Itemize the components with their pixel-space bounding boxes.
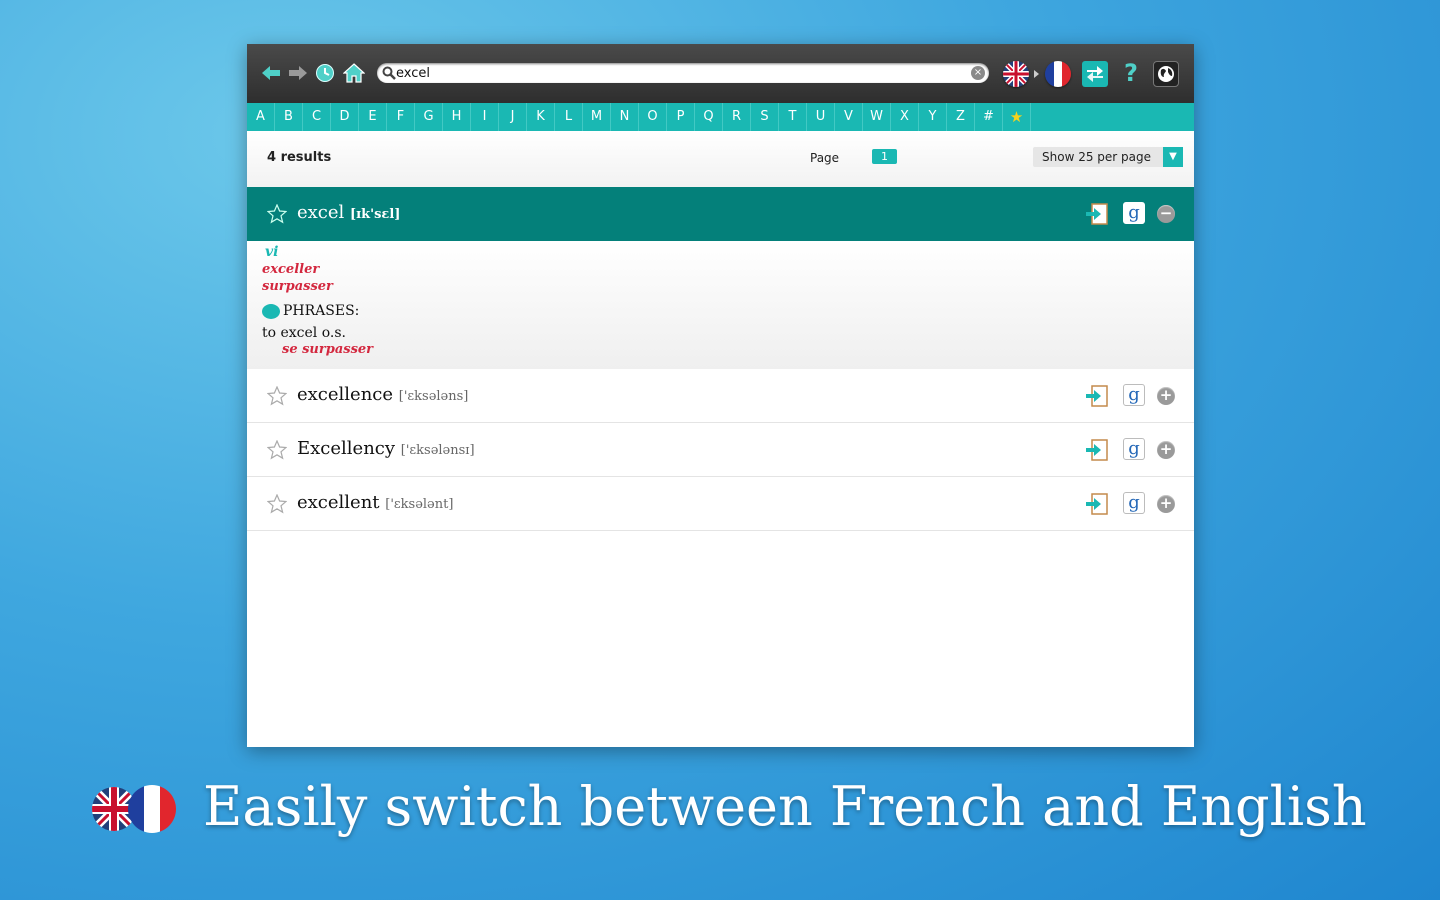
phrases-label: PHRASES: [283, 303, 360, 319]
speech-bubble-icon [262, 303, 280, 319]
letter-w[interactable]: W [863, 103, 891, 131]
clear-search-icon[interactable]: × [971, 66, 985, 80]
favorite-star-icon[interactable] [266, 385, 288, 406]
letter-t[interactable]: T [779, 103, 807, 131]
entry-row[interactable]: excellence ['ɛksələns] g + [247, 369, 1194, 423]
google-search-button[interactable]: g [1123, 384, 1145, 406]
letter-o[interactable]: O [639, 103, 667, 131]
search-icon [382, 65, 396, 80]
page-number-button[interactable]: 1 [872, 149, 897, 164]
expand-icon[interactable]: + [1157, 441, 1175, 459]
example-phrase: to excel o.s. [262, 325, 347, 341]
word-text: excellence [297, 384, 394, 405]
insert-icon[interactable] [1085, 438, 1109, 462]
pronunciation: ['ɛksələnt] [385, 497, 454, 512]
favorite-star-icon[interactable] [266, 493, 288, 514]
collapse-icon[interactable]: − [1157, 205, 1175, 223]
letter-b[interactable]: B [275, 103, 303, 131]
entry-word: excel [ɪk'sɛl] [297, 202, 400, 223]
app-window: × ? A B C D E F G H [247, 44, 1194, 747]
letter-m[interactable]: M [583, 103, 611, 131]
pronunciation: ['ɛksələnsɪ] [400, 443, 475, 458]
swap-language-icon[interactable] [1082, 61, 1108, 87]
example-translation: se surpasser [282, 342, 374, 357]
pronunciation: ['ɛksələns] [398, 389, 469, 404]
favorites-star-icon[interactable]: ★ [1003, 103, 1031, 131]
home-icon[interactable] [342, 62, 366, 84]
globe-icon[interactable] [1153, 61, 1179, 87]
insert-icon[interactable] [1085, 492, 1109, 516]
definition-panel: vi exceller surpasser PHRASES: to excel … [247, 241, 1194, 369]
alphabet-bar: A B C D E F G H I J K L M N O P Q R S T … [247, 103, 1194, 131]
back-arrow-icon[interactable] [260, 62, 282, 84]
letter-d[interactable]: D [331, 103, 359, 131]
page-label: Page [810, 151, 840, 165]
letter-x[interactable]: X [891, 103, 919, 131]
phrases-heading: PHRASES: [262, 303, 359, 319]
france-flag-icon[interactable] [1045, 61, 1071, 87]
letter-i[interactable]: I [471, 103, 499, 131]
letter-k[interactable]: K [527, 103, 555, 131]
insert-icon[interactable] [1085, 202, 1109, 226]
uk-france-flags-icon [90, 785, 180, 833]
expand-icon[interactable]: + [1157, 495, 1175, 513]
letter-q[interactable]: Q [695, 103, 723, 131]
letter-s[interactable]: S [751, 103, 779, 131]
entry-word: Excellency ['ɛksələnsɪ] [297, 438, 475, 459]
word-text: Excellency [297, 438, 396, 459]
letter-f[interactable]: F [387, 103, 415, 131]
per-page-label: Show 25 per page [1042, 150, 1151, 164]
letter-l[interactable]: L [555, 103, 583, 131]
promo-headline: Easily switch between French and English [203, 775, 1367, 838]
translation: exceller [262, 262, 320, 277]
letter-v[interactable]: V [835, 103, 863, 131]
uk-flag-icon[interactable] [1003, 61, 1029, 87]
letter-p[interactable]: P [667, 103, 695, 131]
translation: surpasser [262, 279, 333, 294]
entry-word: excellence ['ɛksələns] [297, 384, 468, 405]
word-text: excellent [297, 492, 380, 513]
chevron-down-icon[interactable]: ▼ [1163, 147, 1183, 167]
letter-y[interactable]: Y [919, 103, 947, 131]
letter-j[interactable]: J [499, 103, 527, 131]
history-icon[interactable] [314, 62, 336, 84]
google-search-button[interactable]: g [1123, 492, 1145, 514]
letter-z[interactable]: Z [947, 103, 975, 131]
part-of-speech: vi [265, 244, 279, 260]
google-search-button[interactable]: g [1123, 202, 1145, 224]
google-search-button[interactable]: g [1123, 438, 1145, 460]
results-bar: 4 results Page 1 Show 25 per page ▼ [247, 131, 1194, 187]
entry-row[interactable]: Excellency ['ɛksələnsɪ] g + [247, 423, 1194, 477]
per-page-select[interactable]: Show 25 per page ▼ [1033, 147, 1183, 167]
letter-n[interactable]: N [611, 103, 639, 131]
letter-e[interactable]: E [359, 103, 387, 131]
letter-g[interactable]: G [415, 103, 443, 131]
favorite-star-icon[interactable] [266, 203, 288, 224]
letter-a[interactable]: A [247, 103, 275, 131]
direction-arrow-icon [1034, 70, 1039, 78]
expand-icon[interactable]: + [1157, 387, 1175, 405]
toolbar: × ? [247, 44, 1194, 103]
pronunciation: [ɪk'sɛl] [350, 207, 401, 222]
insert-icon[interactable] [1085, 384, 1109, 408]
letter-r[interactable]: R [723, 103, 751, 131]
letter-c[interactable]: C [303, 103, 331, 131]
help-icon[interactable]: ? [1119, 59, 1143, 87]
forward-arrow-icon[interactable] [287, 62, 309, 84]
letter-hash[interactable]: # [975, 103, 1003, 131]
entry-row-expanded[interactable]: excel [ɪk'sɛl] g − [247, 187, 1194, 241]
search-input[interactable] [396, 63, 966, 83]
search-box: × [377, 63, 989, 83]
letter-h[interactable]: H [443, 103, 471, 131]
entry-word: excellent ['ɛksələnt] [297, 492, 453, 513]
word-text: excel [297, 202, 345, 223]
entry-row[interactable]: excellent ['ɛksələnt] g + [247, 477, 1194, 531]
favorite-star-icon[interactable] [266, 439, 288, 460]
letter-u[interactable]: U [807, 103, 835, 131]
results-count: 4 results [267, 150, 332, 165]
